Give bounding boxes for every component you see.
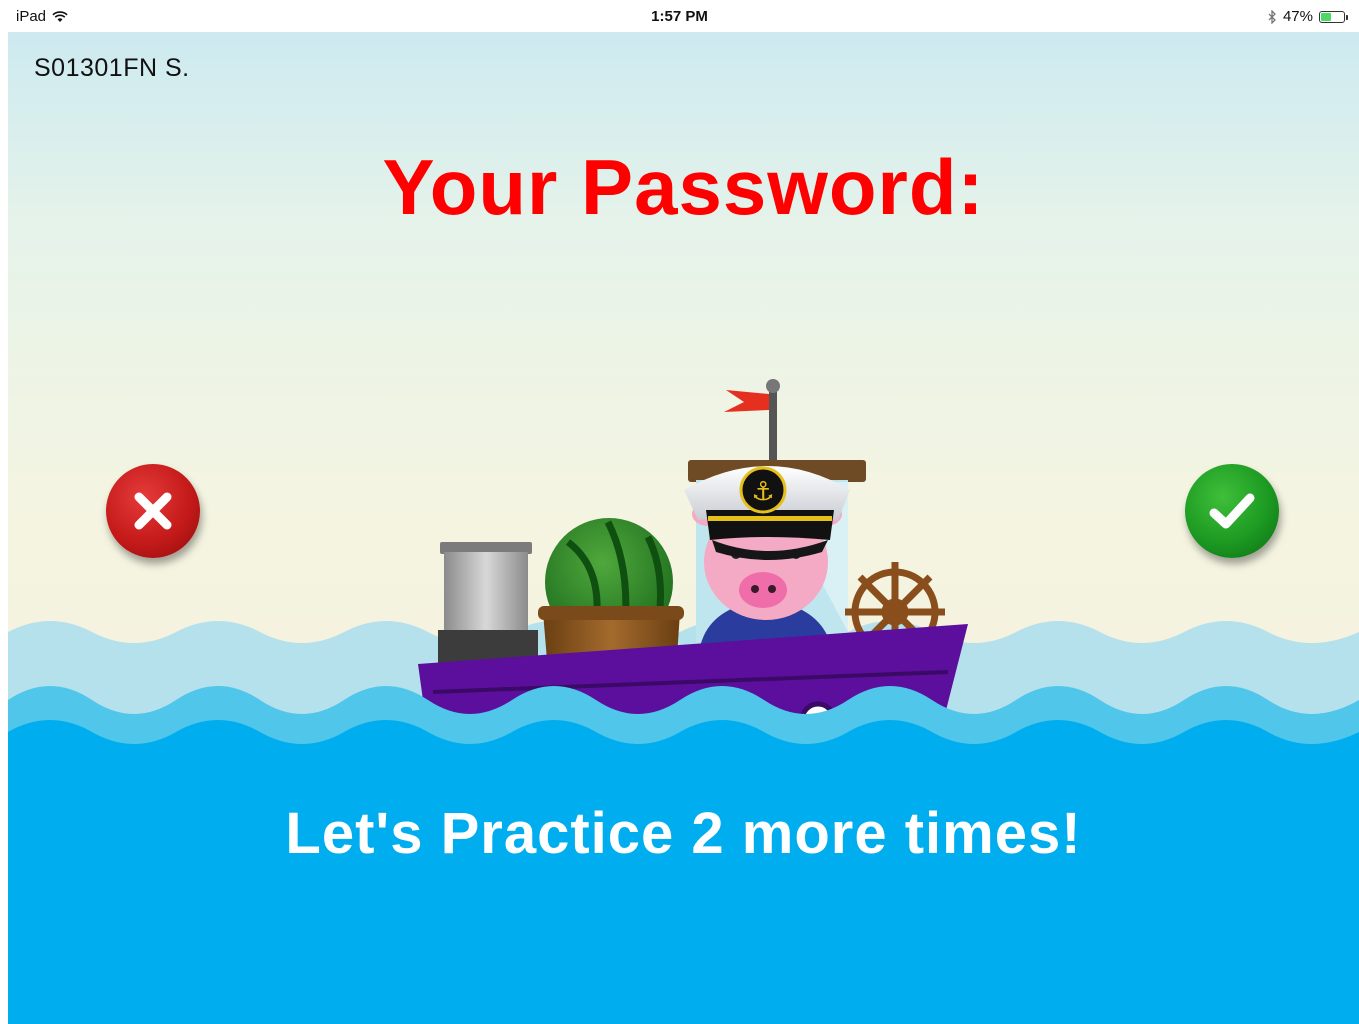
page-title: Your Password:	[382, 143, 985, 231]
checkmark-icon	[1209, 493, 1255, 529]
water	[8, 720, 1359, 1024]
practice-message: Let's Practice 2 more times!	[285, 801, 1082, 866]
flag-icon	[724, 390, 769, 412]
svg-text:⚓: ⚓	[751, 477, 774, 507]
game-scene: ⚓ S01301FN S. Your Password: Let's Pract…	[8, 32, 1359, 1024]
status-time: 1:57 PM	[651, 8, 708, 25]
captain-pig-icon: ⚓	[684, 466, 850, 662]
status-bar: iPad 1:57 PM 47%	[0, 0, 1359, 32]
battery-icon	[1319, 10, 1348, 23]
reject-button[interactable]	[106, 464, 200, 558]
close-icon	[134, 492, 172, 530]
battery-percent: 47%	[1282, 8, 1313, 25]
accept-button[interactable]	[1185, 464, 1279, 558]
battery-level	[1321, 12, 1331, 21]
user-id-label: S01301FN S.	[34, 54, 190, 82]
bluetooth-icon	[1268, 9, 1276, 24]
